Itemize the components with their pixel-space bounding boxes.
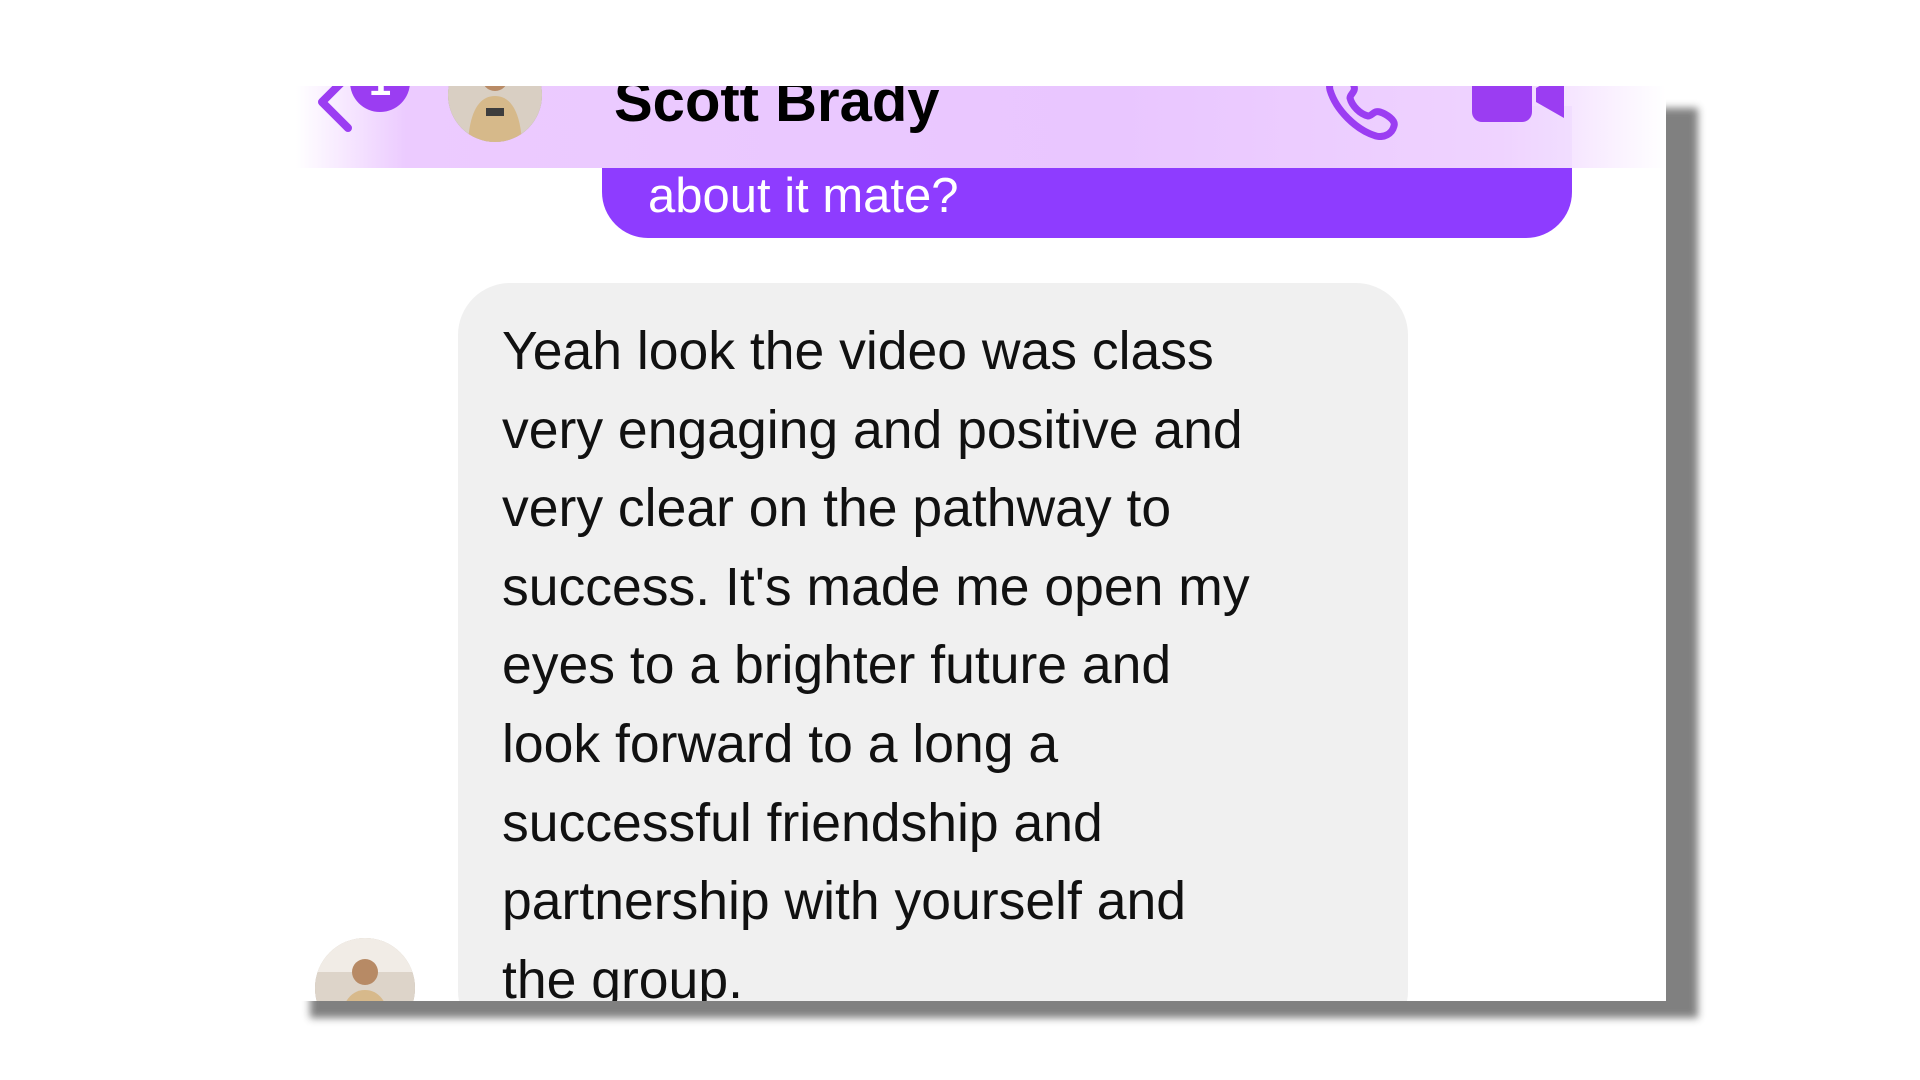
sender-photo — [315, 938, 415, 1001]
phone-icon — [1326, 86, 1398, 140]
contact-avatar[interactable] — [448, 86, 542, 142]
audio-call-button[interactable] — [1326, 86, 1400, 140]
messenger-conversation: 1 Scott Brady — [296, 86, 1666, 1001]
outgoing-message-text: about it mate? — [648, 169, 959, 223]
contact-photo — [448, 86, 542, 142]
contact-name[interactable]: Scott Brady — [614, 86, 940, 148]
sender-avatar[interactable] — [315, 938, 415, 1001]
incoming-message-bubble[interactable]: Yeah look the video was class very engag… — [458, 283, 1408, 1001]
incoming-message-text: Yeah look the video was class very engag… — [502, 322, 1250, 1001]
video-call-button[interactable] — [1472, 86, 1568, 126]
screenshot-stage: 1 Scott Brady — [0, 0, 1920, 1080]
video-camera-icon — [1472, 86, 1564, 122]
conversation-header: 1 Scott Brady — [296, 86, 1666, 168]
